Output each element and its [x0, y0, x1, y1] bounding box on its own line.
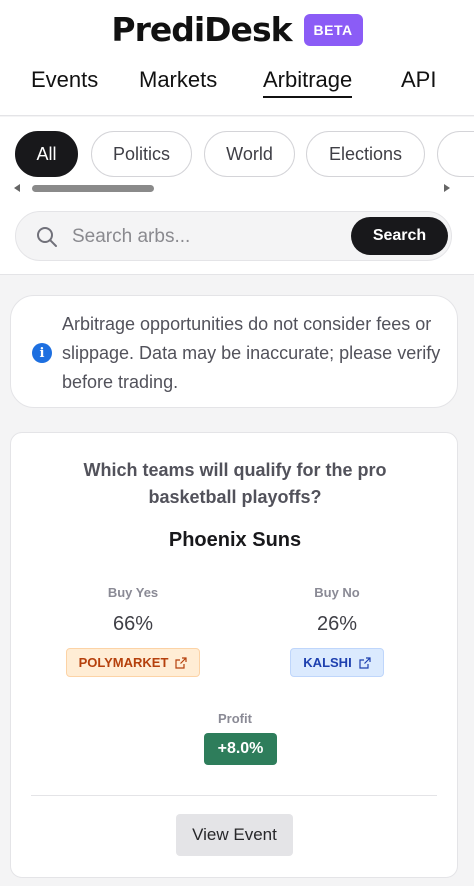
- nav-events[interactable]: Events: [31, 66, 98, 94]
- arbitrage-card: Which teams will qualify for the pro bas…: [10, 432, 458, 878]
- nav-api[interactable]: API: [401, 66, 436, 94]
- buy-no-column: Buy No 26% KALSHI: [257, 585, 417, 677]
- main-nav: Events Markets Arbitrage API: [0, 66, 474, 98]
- polymarket-link[interactable]: POLYMARKET: [65, 648, 201, 677]
- buy-no-price: 26%: [316, 613, 358, 635]
- chip-elections[interactable]: Elections: [306, 131, 425, 177]
- beta-badge: BETA: [303, 13, 363, 46]
- search-bar: Search: [15, 211, 452, 261]
- app-header: PrediDesk BETA Events Markets Arbitrage …: [0, 0, 474, 116]
- kalshi-label: KALSHI: [303, 655, 352, 670]
- search-icon: [37, 227, 57, 247]
- disclaimer-text: Arbitrage opportunities do not consider …: [62, 314, 441, 392]
- search-button[interactable]: Search: [351, 217, 448, 255]
- scroll-left-icon[interactable]: [14, 184, 20, 192]
- nav-arbitrage[interactable]: Arbitrage: [263, 66, 353, 98]
- polymarket-label: POLYMARKET: [78, 655, 169, 670]
- chip-more[interactable]: [437, 131, 474, 177]
- market-question: Which teams will qualify for the pro bas…: [83, 460, 387, 507]
- view-event-button[interactable]: View Event: [176, 814, 293, 856]
- buy-no-label: Buy No: [314, 585, 360, 600]
- logo[interactable]: PrediDesk: [111, 10, 292, 49]
- buy-yes-price: 66%: [112, 613, 154, 635]
- search-input[interactable]: [72, 222, 342, 252]
- nav-markets[interactable]: Markets: [139, 66, 217, 94]
- chip-all[interactable]: All: [15, 131, 78, 177]
- filter-section: All Politics World Elections Search: [0, 117, 474, 275]
- brand: PrediDesk BETA: [0, 10, 474, 49]
- buy-yes-label: Buy Yes: [107, 585, 159, 600]
- scroll-right-icon[interactable]: [444, 184, 450, 192]
- kalshi-link[interactable]: KALSHI: [290, 648, 384, 677]
- buy-yes-column: Buy Yes 66% POLYMARKET: [53, 585, 213, 677]
- disclaimer-notice: i Arbitrage opportunities do not conside…: [10, 295, 458, 408]
- info-icon: i: [32, 343, 52, 363]
- chip-scrollbar[interactable]: [14, 183, 450, 193]
- profit-badge: +8.0%: [204, 733, 277, 765]
- scroll-thumb[interactable]: [32, 185, 154, 192]
- external-link-icon: [175, 656, 188, 669]
- card-divider: [31, 795, 437, 796]
- chip-politics[interactable]: Politics: [91, 131, 192, 177]
- external-link-icon: [359, 656, 371, 669]
- profit-label: Profit: [218, 711, 252, 726]
- outcome-name: Phoenix Suns: [168, 529, 302, 551]
- chip-world[interactable]: World: [204, 131, 295, 177]
